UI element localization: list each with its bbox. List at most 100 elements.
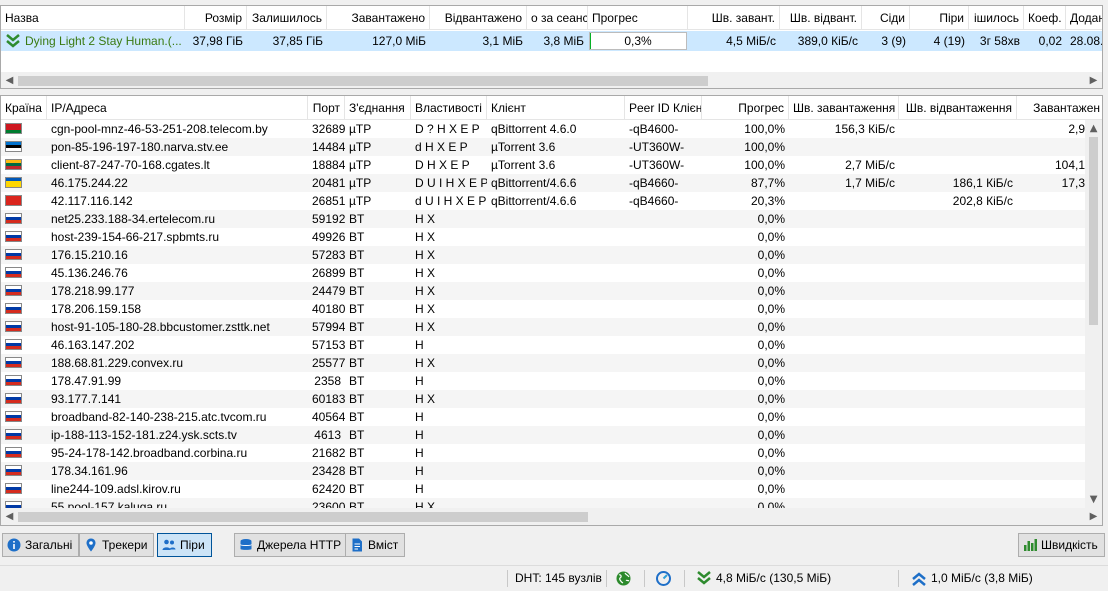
col-seeds-header[interactable]: Сіди xyxy=(862,6,910,30)
peers-list-hscrollbar[interactable]: ◀ ▶ xyxy=(1,508,1102,525)
peer-row[interactable]: 178.218.99.17724479BTH X0,0% xyxy=(1,282,1085,300)
peer-flags: H xyxy=(411,444,487,462)
scroll-left-icon[interactable]: ◀ xyxy=(1,508,18,525)
peer-flags: H X xyxy=(411,498,487,508)
peer-ul xyxy=(899,462,1017,480)
peer-row[interactable]: broadband-82-140-238-215.atc.tvcom.ru405… xyxy=(1,408,1085,426)
peer-flags: d U I H X E P xyxy=(411,192,487,210)
peer-dl xyxy=(789,246,899,264)
col-client-header[interactable]: Клієнт xyxy=(487,96,625,120)
tab-peers[interactable]: Піри xyxy=(157,533,212,557)
peer-ip: 178.34.161.96 xyxy=(47,462,308,480)
peer-row[interactable]: 93.177.7.14160183BTH X0,0% xyxy=(1,390,1085,408)
tab-http-sources[interactable]: Джерела HTTP xyxy=(234,533,348,557)
peer-row[interactable]: 95-24-178-142.broadband.corbina.ru21682B… xyxy=(1,444,1085,462)
col-ul-speed-header[interactable]: Шв. відвантаження xyxy=(899,96,1017,120)
tab-content[interactable]: Вміст xyxy=(345,533,405,557)
peer-row[interactable]: 42.117.116.14226851µTPd U I H X E PqBitt… xyxy=(1,192,1085,210)
peer-progress: 0,0% xyxy=(702,228,789,246)
peer-dl: 2,7 МіБ/с xyxy=(789,156,899,174)
peer-port: 49926 xyxy=(308,228,345,246)
col-eta-header[interactable]: ішилось xyxy=(969,6,1024,30)
peer-flags: H xyxy=(411,480,487,498)
torrent-row[interactable]: Dying Light 2 Stay Human.(...37,98 ГіБ37… xyxy=(1,31,1102,51)
col-ratio-header[interactable]: Коеф. xyxy=(1024,6,1066,30)
peer-progress: 100,0% xyxy=(702,156,789,174)
peer-row[interactable]: line244-109.adsl.kirov.ru62420BTH0,0% xyxy=(1,480,1085,498)
peer-progress: 100,0% xyxy=(702,138,789,156)
scroll-right-icon[interactable]: ▶ xyxy=(1085,508,1102,525)
peer-row[interactable]: 178.47.91.992358BTH0,0% xyxy=(1,372,1085,390)
col-ip-header[interactable]: IP/Адреса xyxy=(47,96,308,120)
peer-row[interactable]: pon-85-196-197-180.narva.stv.ee14484µTPd… xyxy=(1,138,1085,156)
peers-list-vscrollbar[interactable]: ◀ ▶ xyxy=(1085,120,1102,508)
torrent-list-hscrollbar[interactable]: ◀ ▶ xyxy=(1,72,1102,89)
col-dl-speed-header[interactable]: Шв. завант. xyxy=(688,6,780,30)
peer-row[interactable]: host-91-105-180-28.bbcustomer.zsttk.net5… xyxy=(1,318,1085,336)
col-progress-header[interactable]: Прогрес xyxy=(702,96,789,120)
peer-peerid: -qB4660- xyxy=(625,174,702,192)
peer-row[interactable]: 188.68.81.229.convex.ru25577BTH X0,0% xyxy=(1,354,1085,372)
peer-progress: 0,0% xyxy=(702,300,789,318)
scrollbar-thumb[interactable] xyxy=(18,512,588,522)
peer-port: 32689 xyxy=(308,120,345,138)
scroll-up-icon[interactable]: ◀ xyxy=(1085,120,1102,137)
col-downloaded-header[interactable]: Завантажено xyxy=(327,6,430,30)
scrollbar-thumb[interactable] xyxy=(1089,137,1098,325)
tab-general[interactable]: Загальні xyxy=(2,533,79,557)
peer-client xyxy=(487,228,625,246)
tab-trackers[interactable]: Трекери xyxy=(79,533,154,557)
peer-row[interactable]: 45.136.246.7626899BTH X0,0% xyxy=(1,264,1085,282)
peer-ul xyxy=(899,372,1017,390)
speed-limit-icon[interactable] xyxy=(656,571,671,586)
col-remaining-header[interactable]: Залишилось xyxy=(247,6,327,30)
col-progress-header[interactable]: Прогрес xyxy=(588,6,688,30)
peer-dl xyxy=(789,138,899,156)
scroll-down-icon[interactable]: ▶ xyxy=(1085,491,1102,508)
peer-ip: cgn-pool-mnz-46-53-251-208.telecom.by xyxy=(47,120,308,138)
peer-row[interactable]: cgn-pool-mnz-46-53-251-208.telecom.by326… xyxy=(1,120,1085,138)
col-added-header[interactable]: Додан xyxy=(1066,6,1103,30)
peer-client xyxy=(487,462,625,480)
col-dl-speed-header[interactable]: Шв. завантаження xyxy=(789,96,899,120)
scroll-right-icon[interactable]: ▶ xyxy=(1085,72,1102,89)
col-country-header[interactable]: Країна xyxy=(1,96,47,120)
col-name-header[interactable]: Назва xyxy=(1,6,185,30)
globe-icon[interactable] xyxy=(616,571,631,586)
col-connection-header[interactable]: З'єднання xyxy=(345,96,411,120)
peer-row[interactable]: 178.34.161.9623428BTH0,0% xyxy=(1,462,1085,480)
separator xyxy=(898,570,899,587)
peer-row[interactable]: client-87-247-70-168.cgates.lt18884µTPD … xyxy=(1,156,1085,174)
flag-ru-icon xyxy=(5,249,22,260)
peer-row[interactable]: 46.175.244.2220481µTPD U I H X E PqBitto… xyxy=(1,174,1085,192)
peer-ip: 46.175.244.22 xyxy=(47,174,308,192)
col-downloaded-header[interactable]: Завантажен xyxy=(1017,96,1103,120)
peer-row[interactable]: 176.15.210.1657283BTH X0,0% xyxy=(1,246,1085,264)
peer-row[interactable]: host-239-154-66-217.spbmts.ru49926BTH X0… xyxy=(1,228,1085,246)
col-peers-header[interactable]: Піри xyxy=(910,6,969,30)
peer-row[interactable]: 178.206.159.15840180BTH X0,0% xyxy=(1,300,1085,318)
peer-row[interactable]: 55.pool-157.kaluga.ru23600BTH X0,0% xyxy=(1,498,1085,508)
col-peer-id-header[interactable]: Peer ID Клієн xyxy=(625,96,702,120)
peer-peerid: -UT360W- xyxy=(625,156,702,174)
col-port-header[interactable]: Порт xyxy=(308,96,345,120)
col-size-header[interactable]: Розмір xyxy=(185,6,247,30)
peer-ip: broadband-82-140-238-215.atc.tvcom.ru xyxy=(47,408,308,426)
col-ul-speed-header[interactable]: Шв. відвант. xyxy=(780,6,862,30)
scroll-left-icon[interactable]: ◀ xyxy=(1,72,18,89)
scrollbar-thumb[interactable] xyxy=(18,76,708,86)
peer-conn: BT xyxy=(345,390,411,408)
speed-button[interactable]: Швидкість xyxy=(1018,533,1105,557)
col-uploaded-header[interactable]: Відвантажено xyxy=(430,6,527,30)
peer-flags: D ? H X E P xyxy=(411,120,487,138)
col-session-header[interactable]: о за сеанс xyxy=(527,6,588,30)
peer-row[interactable]: ip-188-113-152-181.z24.ysk.scts.tv4613BT… xyxy=(1,426,1085,444)
tab-label: Загальні xyxy=(25,538,72,552)
peer-client xyxy=(487,498,625,508)
peer-row[interactable]: 46.163.147.20257153BTH0,0% xyxy=(1,336,1085,354)
peer-dl xyxy=(789,498,899,508)
peer-progress: 0,0% xyxy=(702,408,789,426)
peer-row[interactable]: net25.233.188-34.ertelecom.ru59192BTH X0… xyxy=(1,210,1085,228)
col-flags-header[interactable]: Властивості xyxy=(411,96,487,120)
peer-port: 40180 xyxy=(308,300,345,318)
